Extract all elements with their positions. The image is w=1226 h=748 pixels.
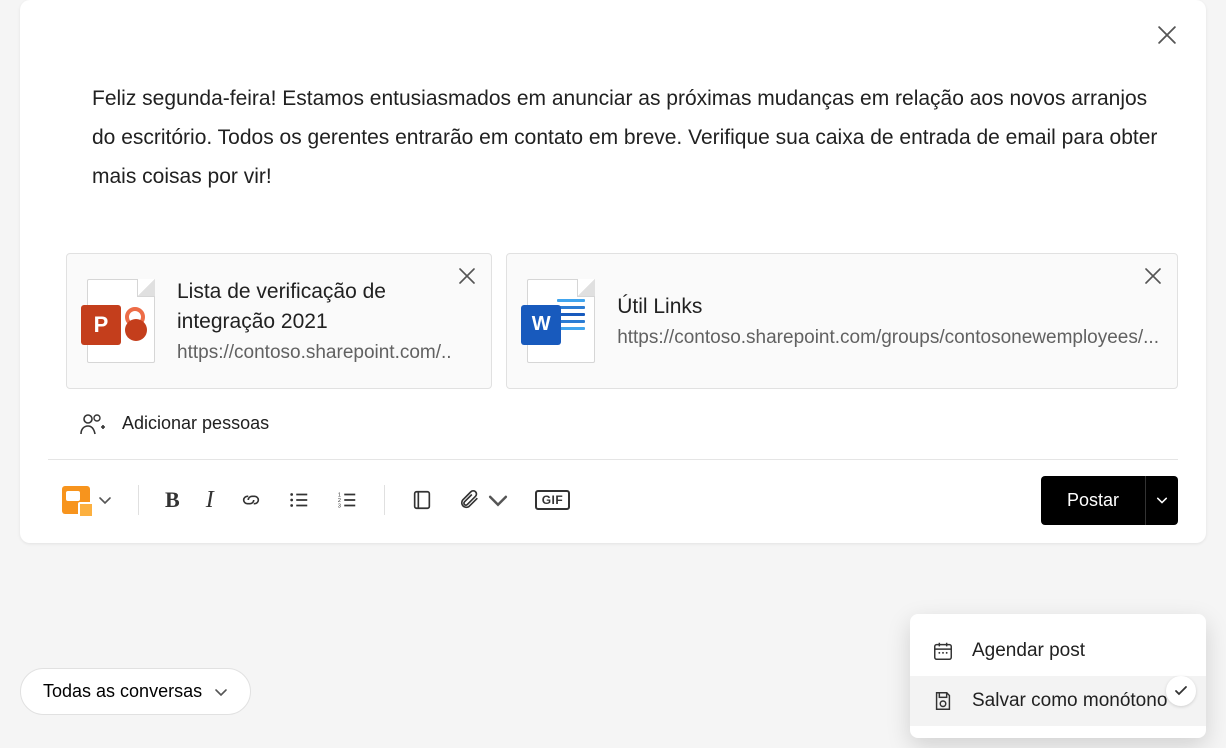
post-split-button: Postar bbox=[1041, 476, 1178, 525]
conversation-filter-button[interactable]: Todas as conversas bbox=[20, 668, 251, 715]
chevron-down-icon bbox=[487, 489, 509, 511]
attachment-url: https://contoso.sharepoint.com/groups/co… bbox=[617, 327, 1159, 349]
close-icon bbox=[1145, 268, 1161, 284]
chevron-down-icon bbox=[214, 685, 228, 699]
praise-icon bbox=[62, 486, 90, 514]
post-dropdown-menu: Agendar post Salvar como monótono bbox=[910, 614, 1206, 738]
post-type-praise-button[interactable] bbox=[62, 486, 112, 514]
numbered-list-button[interactable]: 123 bbox=[336, 485, 358, 515]
add-people-label: Adicionar pessoas bbox=[122, 413, 269, 434]
filter-label: Todas as conversas bbox=[43, 681, 202, 702]
link-button[interactable] bbox=[240, 485, 262, 515]
close-icon bbox=[459, 268, 475, 284]
chevron-down-icon bbox=[98, 493, 112, 507]
attachments-row: P Lista de verificação de integração 202… bbox=[66, 253, 1178, 389]
add-people-icon bbox=[80, 413, 106, 435]
book-icon bbox=[411, 489, 433, 511]
numbered-list-icon: 123 bbox=[336, 489, 358, 511]
save-icon bbox=[932, 690, 954, 712]
save-draft-item[interactable]: Salvar como monótono bbox=[910, 676, 1206, 726]
menu-item-label: Agendar post bbox=[972, 640, 1085, 662]
gif-icon: GIF bbox=[535, 490, 571, 510]
compose-card: Feliz segunda-feira! Estamos entusiasmad… bbox=[20, 0, 1206, 543]
remove-attachment-button[interactable] bbox=[459, 268, 475, 289]
menu-item-label: Salvar como monótono bbox=[972, 690, 1167, 712]
remove-attachment-button[interactable] bbox=[1145, 268, 1161, 289]
check-icon bbox=[1173, 683, 1189, 699]
italic-button[interactable]: I bbox=[206, 485, 214, 515]
close-compose-button[interactable] bbox=[1158, 26, 1176, 49]
attach-button[interactable] bbox=[459, 485, 509, 515]
powerpoint-file-icon: P bbox=[87, 279, 155, 363]
bullet-list-button[interactable] bbox=[288, 485, 310, 515]
attachment-url: https://contoso.sharepoint.com/.. bbox=[177, 342, 473, 364]
attachment-card-word[interactable]: W Útil Links https://contoso.sharepoint.… bbox=[506, 253, 1178, 389]
attachment-card-powerpoint[interactable]: P Lista de verificação de integração 202… bbox=[66, 253, 492, 389]
toolbar-divider bbox=[138, 485, 139, 515]
attachment-title: Lista de verificação de integração 2021 bbox=[177, 277, 473, 336]
add-people-button[interactable]: Adicionar pessoas bbox=[80, 413, 1178, 445]
svg-text:3: 3 bbox=[338, 503, 341, 509]
toolbar-divider bbox=[384, 485, 385, 515]
post-button[interactable]: Postar bbox=[1041, 476, 1145, 525]
chevron-down-icon bbox=[1156, 494, 1168, 506]
post-dropdown-toggle[interactable] bbox=[1145, 476, 1178, 525]
link-icon bbox=[240, 489, 262, 511]
attachment-title: Útil Links bbox=[617, 292, 1159, 321]
gif-button[interactable]: GIF bbox=[535, 485, 571, 515]
close-icon bbox=[1158, 26, 1176, 44]
bold-button[interactable]: B bbox=[165, 485, 180, 515]
bullet-list-icon bbox=[288, 489, 310, 511]
compose-text[interactable]: Feliz segunda-feira! Estamos entusiasmad… bbox=[48, 34, 1178, 197]
word-file-icon: W bbox=[527, 279, 595, 363]
calendar-icon bbox=[932, 640, 954, 662]
schedule-post-item[interactable]: Agendar post bbox=[910, 626, 1206, 676]
topic-button[interactable] bbox=[411, 485, 433, 515]
status-check-badge bbox=[1166, 676, 1196, 706]
compose-toolbar: B I 123 GIF Posta bbox=[48, 459, 1178, 525]
paperclip-icon bbox=[459, 489, 481, 511]
